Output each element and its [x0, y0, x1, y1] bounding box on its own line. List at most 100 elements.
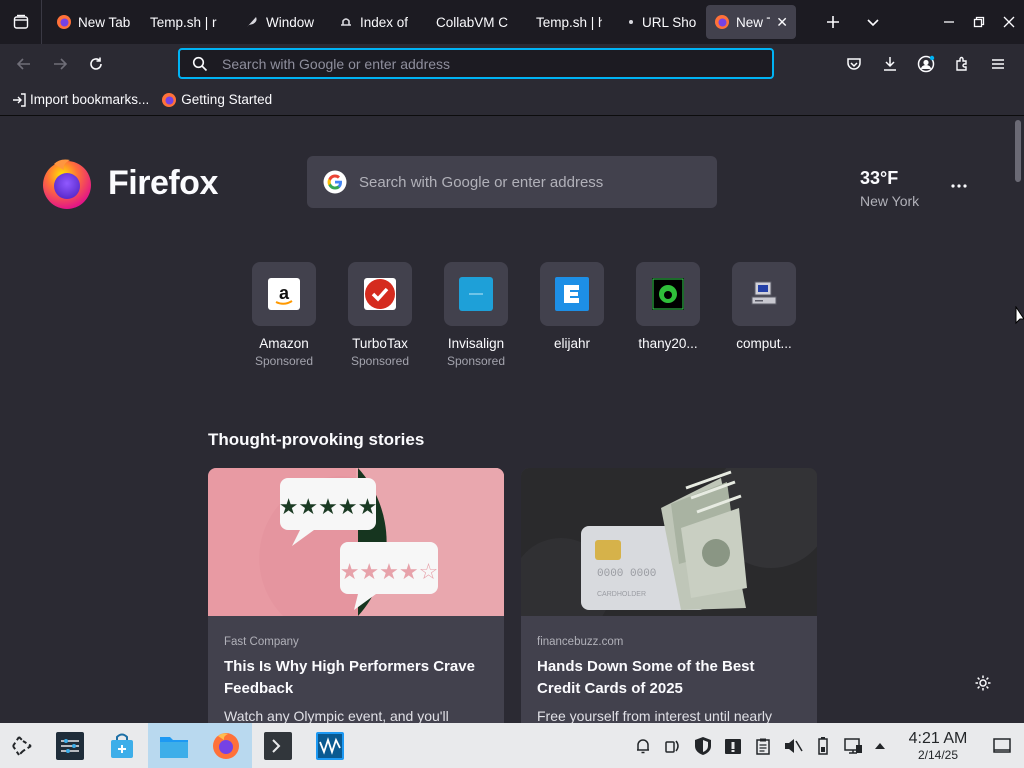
updates-tray[interactable] — [718, 723, 748, 768]
bookmark-label: Getting Started — [181, 92, 273, 107]
green-eye-icon — [652, 278, 684, 310]
taskbar-system-monitor[interactable] — [304, 723, 356, 768]
kde-connect-tray[interactable] — [658, 723, 688, 768]
taskbar-file-manager[interactable] — [148, 723, 200, 768]
top-site-turbotax[interactable]: TurboTax Sponsored — [332, 262, 428, 368]
top-site-thany[interactable]: thany20... — [620, 262, 716, 368]
tab-temp-sh-2[interactable]: Temp.sh | h — [518, 5, 610, 39]
top-site-tile[interactable] — [444, 262, 508, 326]
firefox-view-button[interactable] — [0, 0, 42, 44]
application-launcher[interactable] — [0, 723, 44, 768]
turbotax-icon — [364, 278, 396, 310]
story-title-line: Hands Down Some of the Best — [537, 658, 755, 675]
close-window-button[interactable] — [994, 0, 1024, 44]
top-site-tile[interactable] — [348, 262, 412, 326]
top-site-tile[interactable] — [540, 262, 604, 326]
top-site-amazon[interactable]: a Amazon Sponsored — [236, 262, 332, 368]
newtab-settings-button[interactable] — [972, 672, 994, 694]
top-site-tile[interactable]: a — [252, 262, 316, 326]
new-tab-page: Firefox Search with Google or enter addr… — [0, 116, 1012, 723]
story-title: Hands Down Some of the Best Credit Cards… — [537, 656, 801, 700]
tab-window[interactable]: Window — [236, 5, 328, 39]
minimize-button[interactable] — [934, 0, 964, 44]
tab-new-tab-active[interactable]: New T ✕ — [706, 5, 796, 39]
link-icon — [626, 14, 636, 30]
tray-expand-button[interactable] — [868, 723, 892, 768]
top-site-tile[interactable] — [732, 262, 796, 326]
taskbar: 4:21 AM 2/14/25 — [0, 723, 1024, 768]
extensions-button[interactable] — [944, 48, 980, 80]
forward-button[interactable] — [42, 48, 78, 80]
top-site-invisalign[interactable]: Invisalign Sponsored — [428, 262, 524, 368]
scrollbar-thumb[interactable] — [1015, 120, 1021, 182]
newtab-search-box[interactable]: Search with Google or enter address — [307, 156, 717, 208]
downloads-button[interactable] — [872, 48, 908, 80]
network-wired-icon — [844, 737, 862, 754]
url-bar[interactable] — [178, 48, 774, 79]
tab-label: CollabVM Cl — [436, 14, 508, 30]
top-site-computer[interactable]: comput... — [716, 262, 812, 368]
arrow-right-icon — [54, 58, 68, 70]
pocket-button[interactable] — [836, 48, 872, 80]
tab-new-tab-1[interactable]: New Tab — [48, 5, 140, 39]
top-site-tile[interactable] — [636, 262, 700, 326]
story-image-rating-bubbles: ★★★★★ ★★★★☆ — [208, 468, 504, 616]
taskbar-system-settings[interactable] — [44, 723, 96, 768]
bookmark-getting-started[interactable]: Getting Started — [161, 92, 272, 108]
list-all-tabs-button[interactable] — [854, 0, 892, 44]
story-card[interactable]: 0000 0000 CARDHOLDER financebuzz.com Han… — [521, 468, 817, 723]
network-tray[interactable] — [838, 723, 868, 768]
restore-button[interactable] — [964, 0, 994, 44]
back-button[interactable] — [6, 48, 42, 80]
story-title-line: Feedback — [224, 680, 294, 697]
account-button[interactable] — [908, 48, 944, 80]
tab-collabvm[interactable]: CollabVM Cl — [424, 5, 516, 39]
taskbar-terminal[interactable] — [252, 723, 304, 768]
top-site-name: TurboTax — [352, 336, 408, 351]
gear-icon — [975, 675, 991, 691]
clipboard-tray[interactable] — [748, 723, 778, 768]
terminal-icon — [264, 731, 292, 760]
taskbar-discover[interactable] — [96, 723, 148, 768]
svg-text:CARDHOLDER: CARDHOLDER — [597, 591, 646, 598]
kde-connect-icon — [665, 740, 679, 753]
launcher-icon — [12, 735, 32, 756]
url-input[interactable] — [222, 55, 742, 72]
story-source: Fast Company — [224, 636, 299, 648]
tab-url-shortener[interactable]: URL Sho — [612, 5, 704, 39]
story-title: This Is Why High Performers Crave Feedba… — [224, 656, 488, 700]
navigation-toolbar — [0, 44, 1024, 84]
close-tab-icon[interactable]: ✕ — [776, 14, 788, 31]
weather-more-button[interactable] — [944, 174, 974, 198]
taskbar-firefox[interactable] — [200, 723, 252, 768]
new-tab-button[interactable] — [814, 0, 852, 44]
page-scrollbar[interactable] — [1012, 116, 1024, 723]
top-site-name: Amazon — [259, 336, 309, 351]
firefox-logo-icon — [43, 159, 91, 209]
firefox-wordmark: Firefox — [108, 163, 218, 202]
tab-label: New T — [736, 14, 770, 30]
clipboard-icon — [756, 738, 770, 755]
notifications-tray[interactable] — [628, 723, 658, 768]
app-menu-button[interactable] — [980, 48, 1016, 80]
folder-icon — [160, 736, 188, 758]
tab-label: URL Sho — [642, 14, 696, 30]
reload-button[interactable] — [78, 48, 114, 80]
weather-widget[interactable]: 33°F New York — [860, 168, 919, 209]
vpn-tray[interactable] — [688, 723, 718, 768]
settings-sliders-icon — [56, 731, 84, 760]
show-desktop-button[interactable] — [984, 723, 1020, 768]
tab-temp-sh-1[interactable]: Temp.sh | r — [142, 5, 234, 39]
digital-clock[interactable]: 4:21 AM 2/14/25 — [900, 730, 976, 762]
volume-muted-icon — [785, 738, 803, 753]
volume-tray[interactable] — [778, 723, 808, 768]
battery-tray[interactable] — [808, 723, 838, 768]
story-body: financebuzz.com Hands Down Some of the B… — [521, 616, 817, 723]
package-icon — [725, 738, 741, 754]
import-icon — [12, 92, 26, 107]
top-site-elijahr[interactable]: elijahr — [524, 262, 620, 368]
story-card[interactable]: ★★★★★ ★★★★☆ Fast Company This Is Why Hig… — [208, 468, 504, 723]
firefox-icon — [56, 14, 72, 30]
tab-index-of[interactable]: Index of — [330, 5, 422, 39]
bookmark-import[interactable]: Import bookmarks... — [12, 92, 149, 107]
